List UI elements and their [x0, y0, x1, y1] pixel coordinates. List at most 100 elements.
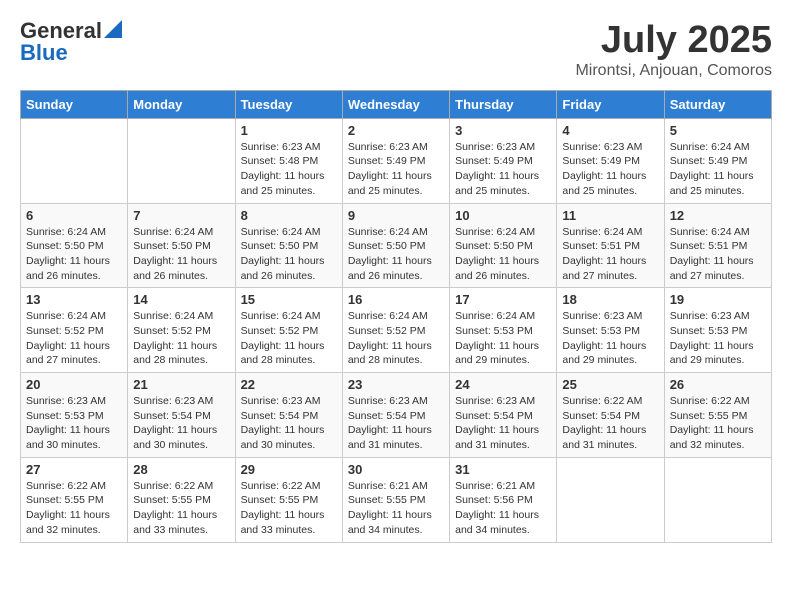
cell-content: Sunrise: 6:23 AM Sunset: 5:49 PM Dayligh… — [562, 140, 658, 199]
cell-content: Sunrise: 6:24 AM Sunset: 5:51 PM Dayligh… — [670, 225, 766, 284]
calendar-cell: 24 Sunrise: 6:23 AM Sunset: 5:54 PM Dayli… — [450, 373, 557, 458]
calendar-cell: 29Sunrise: 6:22 AM Sunset: 5:55 PM Dayli… — [235, 457, 342, 542]
day-number: 9 — [348, 208, 444, 223]
calendar-cell: 13Sunrise: 6:24 AM Sunset: 5:52 PM Dayli… — [21, 288, 128, 373]
day-number: 26 — [670, 377, 766, 392]
day-number: 15 — [241, 292, 337, 307]
cell-content: Sunrise: 6:21 AM Sunset: 5:55 PM Dayligh… — [348, 479, 444, 538]
calendar-week-row: 1 Sunrise: 6:23 AM Sunset: 5:48 PM Daylig… — [21, 118, 772, 203]
calendar-cell: 5 Sunrise: 6:24 AM Sunset: 5:49 PM Daylig… — [664, 118, 771, 203]
location-subtitle: Mirontsi, Anjouan, Comoros — [575, 62, 772, 80]
weekday-header-tuesday: Tuesday — [235, 90, 342, 118]
day-number: 27 — [26, 462, 122, 477]
day-number: 24 — [455, 377, 551, 392]
calendar-cell: 10 Sunrise: 6:24 AM Sunset: 5:50 PM Dayli… — [450, 203, 557, 288]
cell-content: Sunrise: 6:21 AM Sunset: 5:56 PM Dayligh… — [455, 479, 551, 538]
weekday-header-thursday: Thursday — [450, 90, 557, 118]
calendar-cell — [21, 118, 128, 203]
day-number: 4 — [562, 123, 658, 138]
day-number: 14 — [133, 292, 229, 307]
day-number: 22 — [241, 377, 337, 392]
day-number: 31 — [455, 462, 551, 477]
day-number: 30 — [348, 462, 444, 477]
cell-content: Sunrise: 6:24 AM Sunset: 5:49 PM Dayligh… — [670, 140, 766, 199]
cell-content: Sunrise: 6:24 AM Sunset: 5:51 PM Dayligh… — [562, 225, 658, 284]
day-number: 3 — [455, 123, 551, 138]
calendar-week-row: 6 Sunrise: 6:24 AM Sunset: 5:50 PM Daylig… — [21, 203, 772, 288]
cell-content: Sunrise: 6:23 AM Sunset: 5:54 PM Dayligh… — [133, 394, 229, 453]
calendar-cell: 21 Sunrise: 6:23 AM Sunset: 5:54 PM Dayli… — [128, 373, 235, 458]
calendar-cell: 8 Sunrise: 6:24 AM Sunset: 5:50 PM Daylig… — [235, 203, 342, 288]
cell-content: Sunrise: 6:24 AM Sunset: 5:50 PM Dayligh… — [133, 225, 229, 284]
day-number: 2 — [348, 123, 444, 138]
cell-content: Sunrise: 6:23 AM Sunset: 5:54 PM Dayligh… — [241, 394, 337, 453]
cell-content: Sunrise: 6:22 AM Sunset: 5:55 PM Dayligh… — [133, 479, 229, 538]
day-number: 17 — [455, 292, 551, 307]
weekday-header-sunday: Sunday — [21, 90, 128, 118]
day-number: 28 — [133, 462, 229, 477]
cell-content: Sunrise: 6:23 AM Sunset: 5:54 PM Dayligh… — [455, 394, 551, 453]
calendar-cell: 4 Sunrise: 6:23 AM Sunset: 5:49 PM Daylig… — [557, 118, 664, 203]
cell-content: Sunrise: 6:23 AM Sunset: 5:49 PM Dayligh… — [455, 140, 551, 199]
cell-content: Sunrise: 6:23 AM Sunset: 5:53 PM Dayligh… — [26, 394, 122, 453]
calendar-cell — [664, 457, 771, 542]
calendar-cell: 17 Sunrise: 6:24 AM Sunset: 5:53 PM Dayli… — [450, 288, 557, 373]
day-number: 13 — [26, 292, 122, 307]
cell-content: Sunrise: 6:24 AM Sunset: 5:53 PM Dayligh… — [455, 309, 551, 368]
day-number: 12 — [670, 208, 766, 223]
cell-content: Sunrise: 6:22 AM Sunset: 5:55 PM Dayligh… — [670, 394, 766, 453]
calendar-cell: 7 Sunrise: 6:24 AM Sunset: 5:50 PM Daylig… — [128, 203, 235, 288]
calendar-cell — [128, 118, 235, 203]
weekday-header-saturday: Saturday — [664, 90, 771, 118]
day-number: 21 — [133, 377, 229, 392]
calendar-cell: 30 Sunrise: 6:21 AM Sunset: 5:55 PM Dayli… — [342, 457, 449, 542]
logo-triangle-icon — [104, 20, 122, 38]
calendar-cell: 11 Sunrise: 6:24 AM Sunset: 5:51 PM Dayli… — [557, 203, 664, 288]
cell-content: Sunrise: 6:22 AM Sunset: 5:55 PM Dayligh… — [26, 479, 122, 538]
calendar-cell: 14 Sunrise: 6:24 AM Sunset: 5:52 PM Dayli… — [128, 288, 235, 373]
day-number: 25 — [562, 377, 658, 392]
logo: General Blue — [20, 20, 122, 64]
day-number: 11 — [562, 208, 658, 223]
day-number: 10 — [455, 208, 551, 223]
weekday-header-friday: Friday — [557, 90, 664, 118]
cell-content: Sunrise: 6:23 AM Sunset: 5:48 PM Dayligh… — [241, 140, 337, 199]
cell-content: Sunrise: 6:23 AM Sunset: 5:53 PM Dayligh… — [670, 309, 766, 368]
cell-content: Sunrise: 6:24 AM Sunset: 5:50 PM Dayligh… — [455, 225, 551, 284]
cell-content: Sunrise: 6:23 AM Sunset: 5:53 PM Dayligh… — [562, 309, 658, 368]
calendar-cell: 3 Sunrise: 6:23 AM Sunset: 5:49 PM Daylig… — [450, 118, 557, 203]
day-number: 5 — [670, 123, 766, 138]
cell-content: Sunrise: 6:24 AM Sunset: 5:52 PM Dayligh… — [348, 309, 444, 368]
calendar-cell: 15Sunrise: 6:24 AM Sunset: 5:52 PM Dayli… — [235, 288, 342, 373]
title-area: July 2025 Mirontsi, Anjouan, Comoros — [575, 20, 772, 80]
weekday-header-monday: Monday — [128, 90, 235, 118]
calendar-cell: 31 Sunrise: 6:21 AM Sunset: 5:56 PM Dayli… — [450, 457, 557, 542]
calendar-cell: 28 Sunrise: 6:22 AM Sunset: 5:55 PM Dayli… — [128, 457, 235, 542]
day-number: 6 — [26, 208, 122, 223]
day-number: 23 — [348, 377, 444, 392]
calendar-cell: 18 Sunrise: 6:23 AM Sunset: 5:53 PM Dayli… — [557, 288, 664, 373]
calendar-week-row: 13 Sunrise: 6:24 AM Sunset: 5:52 PM Dayli… — [21, 288, 772, 373]
day-number: 18 — [562, 292, 658, 307]
month-title: July 2025 — [575, 20, 772, 62]
day-number: 19 — [670, 292, 766, 307]
page-header: General Blue July 2025 Mirontsi, Anjouan… — [20, 20, 772, 80]
calendar-table: SundayMondayTuesdayWednesdayThursdayFrid… — [20, 90, 772, 543]
cell-content: Sunrise: 6:24 AM Sunset: 5:52 PM Dayligh… — [133, 309, 229, 368]
logo-blue-text: Blue — [20, 42, 68, 64]
calendar-cell — [557, 457, 664, 542]
cell-content: Sunrise: 6:22 AM Sunset: 5:55 PM Dayligh… — [241, 479, 337, 538]
calendar-cell: 2 Sunrise: 6:23 AM Sunset: 5:49 PM Daylig… — [342, 118, 449, 203]
cell-content: Sunrise: 6:24 AM Sunset: 5:50 PM Dayligh… — [241, 225, 337, 284]
day-number: 16 — [348, 292, 444, 307]
calendar-cell: 12 Sunrise: 6:24 AM Sunset: 5:51 PM Dayli… — [664, 203, 771, 288]
calendar-cell: 20Sunrise: 6:23 AM Sunset: 5:53 PM Dayli… — [21, 373, 128, 458]
cell-content: Sunrise: 6:23 AM Sunset: 5:49 PM Dayligh… — [348, 140, 444, 199]
cell-content: Sunrise: 6:24 AM Sunset: 5:50 PM Dayligh… — [26, 225, 122, 284]
day-number: 1 — [241, 123, 337, 138]
day-number: 7 — [133, 208, 229, 223]
calendar-cell: 6 Sunrise: 6:24 AM Sunset: 5:50 PM Daylig… — [21, 203, 128, 288]
calendar-cell: 23Sunrise: 6:23 AM Sunset: 5:54 PM Dayli… — [342, 373, 449, 458]
day-number: 8 — [241, 208, 337, 223]
cell-content: Sunrise: 6:24 AM Sunset: 5:50 PM Dayligh… — [348, 225, 444, 284]
